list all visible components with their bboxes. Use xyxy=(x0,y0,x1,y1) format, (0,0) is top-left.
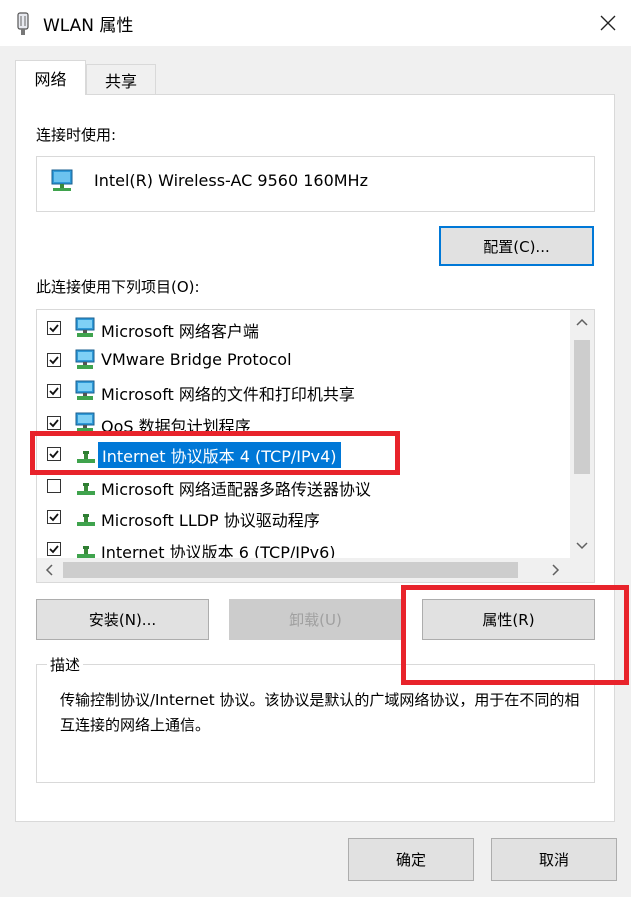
ok-button[interactable]: 确定 xyxy=(348,838,474,881)
install-button[interactable]: 安装(N)... xyxy=(36,599,209,640)
protocol-icon xyxy=(74,506,98,532)
description-legend: 描述 xyxy=(47,654,84,675)
item-label: Microsoft 网络的文件和打印机共享 xyxy=(101,385,355,404)
network-client-icon xyxy=(74,349,98,375)
item-checkbox[interactable] xyxy=(47,384,61,398)
configure-button[interactable]: 配置(C)... xyxy=(439,226,594,266)
protocol-icon xyxy=(74,475,98,501)
horizontal-scroll-thumb[interactable] xyxy=(63,562,518,578)
close-icon xyxy=(600,15,616,31)
item-label: QoS 数据包计划程序 xyxy=(101,416,251,436)
item-label: Internet 协议版本 4 (TCP/IPv4) xyxy=(98,442,341,468)
scroll-corner xyxy=(570,558,594,582)
item-label: Microsoft 网络客户端 xyxy=(101,322,259,341)
close-button[interactable] xyxy=(585,0,631,46)
network-client-icon xyxy=(74,317,98,343)
item-label: VMware Bridge Protocol xyxy=(101,349,292,369)
adapter-name: Intel(R) Wireless-AC 9560 160MHz xyxy=(94,171,368,190)
scroll-right-icon[interactable] xyxy=(544,558,568,582)
network-client-icon xyxy=(74,380,98,406)
item-checkbox[interactable] xyxy=(47,447,61,461)
items-label: 此连接使用下列项目(O): xyxy=(36,278,200,296)
components-list[interactable]: Microsoft 网络客户端 VMware Bridge Protocol Mic… xyxy=(36,309,595,583)
item-checkbox[interactable] xyxy=(47,415,61,430)
list-item[interactable]: VMware Bridge Protocol xyxy=(37,345,567,375)
list-item[interactable]: Microsoft LLDP 协议驱动程序 xyxy=(37,502,567,532)
scroll-down-icon[interactable] xyxy=(570,534,594,558)
item-checkbox[interactable] xyxy=(47,510,61,524)
list-item[interactable]: Microsoft 网络的文件和打印机共享 xyxy=(37,376,567,406)
network-adapter-icon xyxy=(50,168,76,198)
title-bar: WLAN 属性 xyxy=(0,0,631,46)
tab-network[interactable]: 网络 xyxy=(15,60,86,95)
uninstall-button[interactable]: 卸载(U) xyxy=(229,599,402,640)
vertical-scroll-thumb[interactable] xyxy=(574,340,590,474)
scroll-up-icon[interactable] xyxy=(570,310,594,334)
connect-using-label: 连接时使用: xyxy=(36,126,117,144)
window-title: WLAN 属性 xyxy=(43,16,134,36)
item-checkbox[interactable] xyxy=(47,478,61,493)
properties-button[interactable]: 属性(R) xyxy=(422,599,595,640)
list-item[interactable]: Internet 协议版本 4 (TCP/IPv4) xyxy=(37,439,567,469)
cancel-button[interactable]: 取消 xyxy=(491,838,617,881)
item-checkbox[interactable] xyxy=(47,541,61,556)
description-text: 传输控制协议/Internet 协议。该协议是默认的广域网络协议，用于在不同的相… xyxy=(60,691,580,734)
tab-share[interactable]: 共享 xyxy=(86,64,156,94)
network-client-icon xyxy=(74,412,98,438)
item-checkbox[interactable] xyxy=(47,321,61,335)
item-checkbox[interactable] xyxy=(47,352,61,367)
item-label: Microsoft LLDP 协议驱动程序 xyxy=(101,511,320,530)
protocol-icon xyxy=(74,443,98,469)
adapter-box: Intel(R) Wireless-AC 9560 160MHz xyxy=(36,156,595,212)
horizontal-scrollbar[interactable] xyxy=(37,558,594,582)
list-item[interactable]: Microsoft 网络客户端 xyxy=(37,313,567,343)
wlan-icon xyxy=(14,12,32,36)
scroll-left-icon[interactable] xyxy=(37,558,61,582)
list-item[interactable]: Microsoft 网络适配器多路传送器协议 xyxy=(37,471,567,501)
vertical-scrollbar[interactable] xyxy=(570,310,594,558)
item-label: Microsoft 网络适配器多路传送器协议 xyxy=(101,479,371,499)
list-item[interactable]: QoS 数据包计划程序 xyxy=(37,408,567,438)
